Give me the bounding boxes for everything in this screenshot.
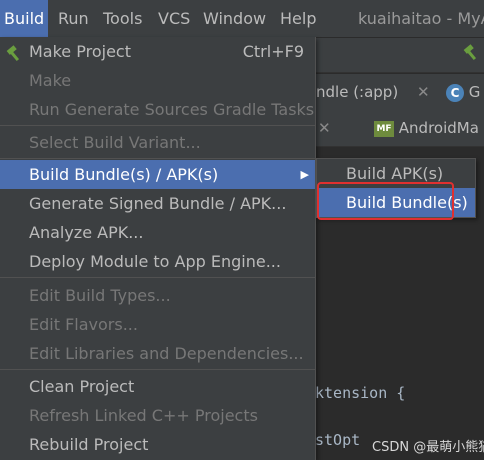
tab-android-manifest-label: AndroidMa: [398, 119, 479, 137]
menu-item-label: Deploy Module to App Engine...: [29, 252, 281, 271]
menu-item-label: Make Project: [29, 42, 131, 61]
toolbar-hammer-icon[interactable]: [462, 44, 480, 66]
manifest-icon: MF: [374, 120, 394, 137]
menu-vcs-label: VCS: [158, 9, 191, 28]
menu-item-run-generate-sources[interactable]: Run Generate Sources Gradle Tasks: [0, 95, 315, 124]
code-line: ktension {: [315, 384, 406, 402]
menu-item-select-build-variant[interactable]: Select Build Variant...: [0, 128, 315, 157]
menu-help[interactable]: Help: [276, 0, 320, 37]
menu-item-label: Select Build Variant...: [29, 133, 201, 152]
menu-item-label: Make: [29, 71, 72, 90]
menu-run[interactable]: Run: [54, 0, 93, 37]
menu-window-label: Window: [203, 9, 267, 28]
menu-item-analyze-apk[interactable]: Analyze APK...: [0, 218, 315, 247]
menu-item-label: Edit Flavors...: [29, 315, 138, 334]
watermark-text: CSDN @最萌小熊猫: [372, 440, 484, 455]
submenu-item-label: Build APK(s): [346, 164, 444, 183]
menu-bar: Build Run Tools VCS Window Help kuaihait…: [0, 0, 484, 38]
menu-separator: [0, 277, 315, 278]
menu-separator: [0, 125, 315, 126]
menu-run-label: Run: [58, 9, 89, 28]
tab-g-label: G: [468, 83, 481, 101]
menu-build[interactable]: Build: [0, 0, 49, 37]
menu-separator: [0, 158, 315, 159]
menu-item-label: Run Generate Sources Gradle Tasks: [29, 100, 315, 119]
submenu-item-build-bundles[interactable]: Build Bundle(s): [317, 188, 475, 217]
menu-item-clean-project[interactable]: Clean Project: [0, 372, 315, 401]
menu-tools-label: Tools: [103, 9, 143, 28]
submenu-item-label: Build Bundle(s): [346, 193, 468, 212]
close-icon[interactable]: ✕: [417, 83, 430, 101]
menu-item-label: Edit Libraries and Dependencies...: [29, 344, 304, 363]
triangle-right-icon: ▶: [300, 168, 309, 181]
menu-separator: [0, 369, 315, 370]
menu-item-label: Clean Project: [29, 377, 135, 396]
tab-build-gradle-label: ndle (:app): [316, 83, 399, 101]
tab-close-area[interactable]: ✕: [318, 110, 331, 146]
build-bundle-apk-submenu: Build APK(s) Build Bundle(s): [316, 158, 476, 218]
build-menu-dropdown: Make Project Ctrl+F9 Make Run Generate S…: [0, 37, 316, 460]
tab-android-manifest[interactable]: MF AndroidMa: [374, 110, 479, 146]
menu-item-edit-build-types[interactable]: Edit Build Types...: [0, 281, 315, 310]
menu-item-label: Edit Build Types...: [29, 286, 171, 305]
menu-item-refresh-linked-cpp[interactable]: Refresh Linked C++ Projects: [0, 401, 315, 430]
menu-item-label: Rebuild Project: [29, 435, 149, 454]
class-icon: C: [446, 83, 464, 102]
tab-g[interactable]: C G: [446, 74, 480, 110]
menu-item-make[interactable]: Make: [0, 66, 315, 95]
menu-tools[interactable]: Tools: [99, 0, 146, 37]
menu-item-label: Build Bundle(s) / APK(s): [29, 165, 219, 184]
menu-item-deploy-module[interactable]: Deploy Module to App Engine...: [0, 247, 315, 276]
menu-item-make-project[interactable]: Make Project Ctrl+F9: [0, 37, 315, 66]
menu-vcs[interactable]: VCS: [154, 0, 194, 37]
menu-item-edit-libraries[interactable]: Edit Libraries and Dependencies...: [0, 339, 315, 368]
close-icon[interactable]: ✕: [318, 119, 331, 137]
window-title: kuaihaitao - MyA: [358, 9, 484, 28]
menu-item-shortcut: Ctrl+F9: [242, 42, 304, 61]
menu-build-label: Build: [4, 9, 45, 28]
menu-item-generate-signed-bundle[interactable]: Generate Signed Bundle / APK...: [0, 189, 315, 218]
menu-window[interactable]: Window: [199, 0, 270, 37]
code-line: stOpt: [315, 431, 361, 449]
menu-item-label: Refresh Linked C++ Projects: [29, 406, 258, 425]
menu-item-build-bundles-apks[interactable]: Build Bundle(s) / APK(s) ▶: [0, 160, 315, 189]
tab-build-gradle[interactable]: ndle (:app) ✕: [316, 74, 430, 110]
menu-item-edit-flavors[interactable]: Edit Flavors...: [0, 310, 315, 339]
submenu-item-build-apks[interactable]: Build APK(s): [317, 159, 475, 188]
menu-item-label: Generate Signed Bundle / APK...: [29, 194, 287, 213]
menu-help-label: Help: [280, 9, 317, 28]
menu-item-label: Analyze APK...: [29, 223, 144, 242]
menu-item-rebuild-project[interactable]: Rebuild Project: [0, 430, 315, 459]
